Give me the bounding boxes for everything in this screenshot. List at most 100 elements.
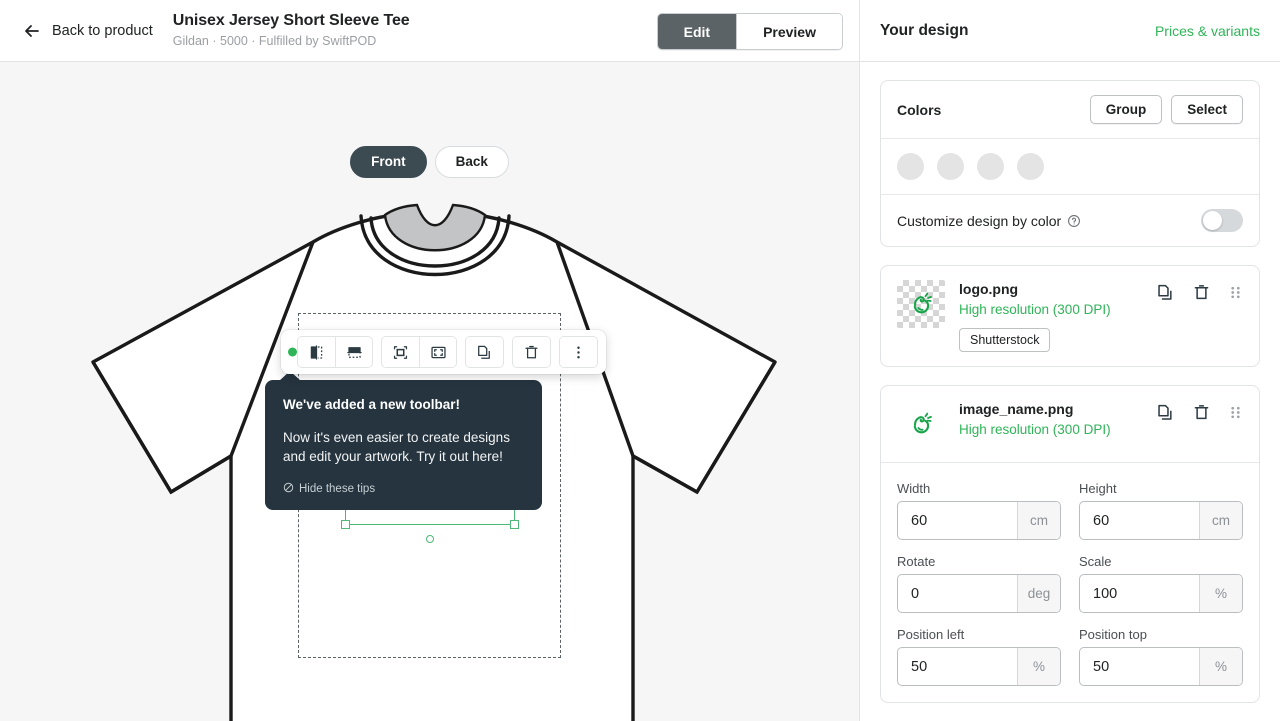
layer-actions: [1156, 280, 1243, 302]
toolbar-group-delete: [512, 336, 551, 368]
toolbar-group-flip: [297, 336, 373, 368]
duplicate-icon[interactable]: [466, 337, 503, 367]
toolbar-group-duplicate: [465, 336, 504, 368]
tooltip-body: Now it's even easier to create designs a…: [283, 430, 510, 464]
design-canvas[interactable]: Front Back We've added a new toolbar! No…: [0, 62, 859, 721]
colors-swatch-row: [881, 138, 1259, 194]
resize-handle-right[interactable]: [510, 520, 519, 529]
layer-thumbnail: [897, 280, 945, 328]
tab-back[interactable]: Back: [434, 146, 509, 178]
drag-handle-icon[interactable]: [1228, 405, 1243, 420]
layer-info: logo.png High resolution (300 DPI) Shutt…: [959, 280, 1142, 352]
back-to-product-button[interactable]: Back to product: [16, 15, 159, 47]
top-bar: Back to product Unisex Jersey Short Slee…: [0, 0, 859, 62]
color-swatches: [881, 139, 1060, 194]
field-row: Rotate deg Scale %: [897, 554, 1243, 613]
flip-vertical-icon[interactable]: [335, 337, 372, 367]
customize-by-color-row: Customize design by color: [881, 194, 1259, 246]
flip-horizontal-icon[interactable]: [298, 337, 335, 367]
width-input[interactable]: [898, 502, 1017, 539]
layer-file-name: image_name.png: [959, 401, 1074, 417]
customize-label-group: Customize design by color: [897, 213, 1081, 229]
colors-label: Colors: [897, 101, 942, 118]
field-label: Scale: [1079, 554, 1112, 569]
drag-handle-icon[interactable]: [1228, 285, 1243, 300]
duplicate-icon[interactable]: [1156, 403, 1175, 422]
back-label: Back to product: [52, 22, 153, 39]
select-button[interactable]: Select: [1171, 95, 1243, 124]
layer-source-chip[interactable]: Shutterstock: [959, 328, 1051, 352]
layer-resolution: High resolution (300 DPI): [959, 422, 1111, 437]
delete-icon[interactable]: [1192, 283, 1211, 302]
product-subtitle: Gildan · 5000 · Fulfilled by SwiftPOD: [172, 34, 377, 48]
position-top-input[interactable]: [1080, 648, 1199, 685]
colors-actions: Group Select: [1089, 95, 1243, 124]
layer-actions: [1156, 400, 1243, 422]
layer-row: logo.png High resolution (300 DPI) Shutt…: [881, 266, 1259, 366]
field-label: Width: [897, 481, 931, 496]
tab-preview[interactable]: Preview: [736, 14, 842, 49]
layer-info: image_name.png High resolution (300 DPI): [959, 400, 1142, 439]
resize-handle-left[interactable]: [341, 520, 350, 529]
center-horizontally-icon[interactable]: [382, 337, 419, 367]
position-left-input[interactable]: [898, 648, 1017, 685]
arrow-left-icon: [22, 21, 42, 41]
duplicate-icon[interactable]: [1156, 283, 1175, 302]
tooltip-heading: We've added a new toolbar!: [283, 397, 460, 412]
field-position-left: Position left %: [897, 627, 1061, 686]
field-label: Rotate: [897, 554, 936, 569]
editor-left-pane: Back to product Unisex Jersey Short Slee…: [0, 0, 860, 721]
group-button[interactable]: Group: [1089, 95, 1163, 124]
field-row: Position left % Position top %: [897, 627, 1243, 686]
field-suffix: deg: [1017, 575, 1060, 612]
field-suffix: %: [1199, 575, 1242, 612]
color-swatch[interactable]: [937, 153, 964, 180]
design-layer-card[interactable]: logo.png High resolution (300 DPI) Shutt…: [880, 265, 1260, 367]
height-input[interactable]: [1080, 502, 1199, 539]
delete-icon[interactable]: [513, 337, 550, 367]
rotate-handle[interactable]: [426, 535, 434, 543]
colors-card: Colors Group Select Customize design by …: [880, 80, 1260, 247]
view-side-tabs: Front Back: [0, 146, 859, 178]
page-title: Unisex Jersey Short Sleeve Tee: [172, 12, 410, 29]
color-swatch[interactable]: [977, 153, 1004, 180]
design-panel: Your design Prices & variants Colors Gro…: [860, 0, 1280, 721]
panel-header: Your design Prices & variants: [860, 0, 1280, 62]
layer-file-name: logo.png: [959, 281, 1019, 297]
rotate-input[interactable]: [898, 575, 1017, 612]
artwork-toolbar: [281, 330, 606, 374]
layer-resolution: High resolution (300 DPI): [959, 302, 1111, 317]
field-suffix: cm: [1199, 502, 1242, 539]
field-label: Position top: [1079, 627, 1147, 642]
field-height: Height cm: [1079, 481, 1243, 540]
input-wrap: %: [1079, 574, 1243, 613]
help-icon[interactable]: [1067, 214, 1081, 228]
tab-edit[interactable]: Edit: [657, 14, 737, 49]
mode-toggle: Edit Preview: [656, 13, 843, 50]
input-wrap: %: [897, 647, 1061, 686]
color-swatch[interactable]: [1017, 153, 1044, 180]
color-swatch[interactable]: [897, 153, 924, 180]
field-label: Position left: [897, 627, 965, 642]
design-layer-card-selected[interactable]: image_name.png High resolution (300 DPI): [880, 385, 1260, 703]
field-suffix: %: [1199, 648, 1242, 685]
customize-label: Customize design by color: [897, 212, 1062, 229]
input-wrap: deg: [897, 574, 1061, 613]
delete-icon[interactable]: [1192, 403, 1211, 422]
scale-input[interactable]: [1080, 575, 1199, 612]
field-suffix: %: [1017, 648, 1060, 685]
customize-by-color-toggle[interactable]: [1201, 209, 1243, 232]
toolbar-group-more: [559, 336, 598, 368]
toolbar-group-align: [381, 336, 457, 368]
field-scale: Scale %: [1079, 554, 1243, 613]
more-options-icon[interactable]: [560, 337, 597, 367]
tab-front[interactable]: Front: [350, 146, 427, 178]
panel-body: Colors Group Select Customize design by …: [860, 62, 1280, 721]
prices-and-variants-link[interactable]: Prices & variants: [1155, 23, 1260, 39]
hide-tips-label: Hide these tips: [299, 483, 376, 495]
hide-tips-button[interactable]: Hide these tips: [283, 482, 524, 496]
layer-row: image_name.png High resolution (300 DPI): [881, 386, 1259, 463]
field-rotate: Rotate deg: [897, 554, 1061, 613]
fit-to-print-area-icon[interactable]: [419, 337, 456, 367]
field-suffix: cm: [1017, 502, 1060, 539]
